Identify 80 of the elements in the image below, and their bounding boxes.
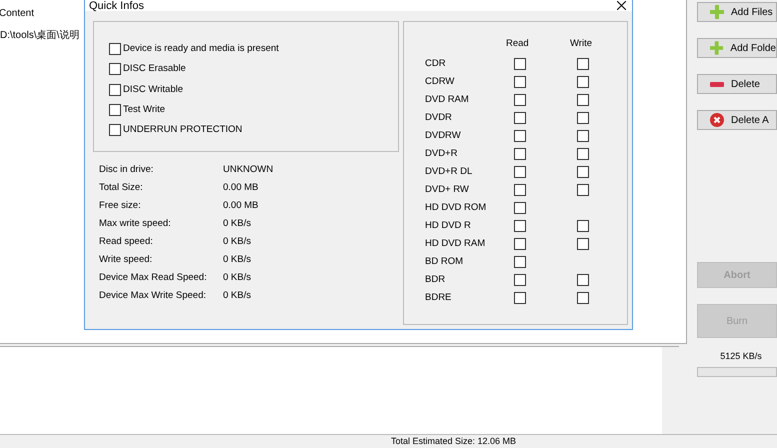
info-value: 0 KB/s: [223, 272, 252, 284]
scrollbar[interactable]: [662, 347, 679, 434]
media-type: DVDRW: [425, 128, 462, 143]
media-type: BDR: [425, 272, 446, 287]
media-type: CDR: [425, 56, 447, 71]
checkbox[interactable]: [514, 112, 526, 124]
checkbox[interactable]: [109, 63, 121, 76]
checkbox[interactable]: [577, 148, 589, 160]
checkbox[interactable]: [109, 124, 121, 136]
media-type: HD DVD RAM: [425, 236, 486, 251]
info-label: Free size:: [99, 200, 142, 212]
sidebar-button[interactable]: Add Files: [697, 2, 777, 22]
info-value: 0 KB/s: [223, 236, 252, 248]
info-value: 0.00 MB: [223, 200, 260, 212]
checkbox[interactable]: [577, 220, 589, 232]
checkbox[interactable]: [109, 43, 121, 56]
checkbox[interactable]: [514, 166, 526, 178]
total-size: Total Estimated Size: 12.06 MB: [390, 435, 516, 448]
checkbox[interactable]: [514, 256, 526, 268]
checkbox[interactable]: [577, 274, 589, 286]
checkbox[interactable]: [577, 76, 589, 88]
checkbox-label: DISC Writable: [123, 82, 184, 96]
media-type: HD DVD R: [425, 218, 472, 233]
checkbox[interactable]: [514, 184, 526, 196]
checkbox[interactable]: [514, 274, 526, 286]
info-label: Read speed:: [99, 236, 154, 248]
checkbox-label: UNDERRUN PROTECTION: [123, 123, 242, 137]
checkbox[interactable]: [514, 202, 526, 214]
media-type: DVD+R DL: [425, 164, 474, 179]
checkbox[interactable]: [514, 58, 526, 70]
checkbox[interactable]: [514, 292, 526, 304]
media-type: DVD+R: [425, 146, 458, 161]
checkbox[interactable]: [577, 130, 589, 142]
column-header: Write: [570, 37, 592, 51]
info-label: Disc in drive:: [99, 164, 154, 176]
minus-icon: [710, 82, 724, 86]
media-type: BDRE: [425, 290, 452, 305]
info-value: 0 KB/s: [223, 290, 252, 302]
remove-icon: [710, 113, 724, 127]
sidebar-button[interactable]: Delete: [697, 74, 777, 94]
sidebar-button[interactable]: Add Folde: [697, 38, 777, 58]
info-label: Max write speed:: [99, 218, 172, 230]
plus-icon: [710, 5, 724, 19]
checkbox[interactable]: [109, 84, 121, 96]
info-label: Total Size:: [99, 182, 144, 194]
checkbox[interactable]: [514, 220, 526, 232]
info-value: 0.00 MB: [223, 182, 260, 194]
dialog-title: Quick Infos: [89, 0, 144, 12]
plus-icon: [710, 41, 724, 55]
info-label: Write speed:: [99, 254, 154, 266]
checkbox[interactable]: [577, 112, 589, 124]
checkbox-label: DISC Erasable: [123, 62, 186, 76]
info-value: 0 KB/s: [223, 218, 252, 230]
checkbox[interactable]: [514, 130, 526, 142]
checkbox[interactable]: [109, 104, 121, 116]
checkbox[interactable]: [514, 94, 526, 106]
media-type: CDRW: [425, 74, 456, 89]
media-type: BD ROM: [425, 254, 464, 269]
checkbox[interactable]: [577, 58, 589, 70]
checkbox[interactable]: [514, 238, 526, 250]
media-type: DVDR: [425, 110, 453, 125]
checkbox[interactable]: [577, 238, 589, 250]
media-type: HD DVD ROM: [425, 200, 488, 215]
info-label: Device Max Write Speed:: [99, 290, 208, 302]
media-type: DVD+ RW: [425, 182, 470, 197]
checkbox[interactable]: [514, 148, 526, 160]
column-header: Read: [506, 37, 530, 51]
checkbox-label: Test Write: [123, 102, 166, 117]
checkbox[interactable]: [577, 94, 589, 106]
sidebar-button[interactable]: Delete A: [697, 110, 777, 130]
speed-label: 5125 KB/s: [720, 350, 762, 363]
media-type: DVD RAM: [425, 92, 470, 107]
info-value: 0 KB/s: [223, 254, 252, 266]
info-label: Device Max Read Speed:: [99, 272, 208, 284]
checkbox[interactable]: [577, 166, 589, 178]
info-value: UNKNOWN: [223, 164, 274, 176]
checkbox-label: Device is ready and media is present: [123, 42, 279, 56]
checkbox[interactable]: [577, 184, 589, 196]
checkbox[interactable]: [577, 292, 589, 304]
checkbox[interactable]: [514, 76, 526, 88]
